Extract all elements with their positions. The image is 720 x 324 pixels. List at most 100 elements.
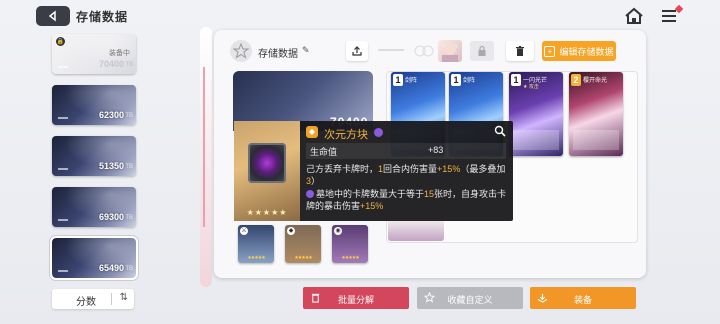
card-name: 剑阵 <box>405 78 418 84</box>
lock-button[interactable] <box>470 41 494 61</box>
stat-row: 生命值 +83 <box>306 143 506 159</box>
lock-icon: 🔒 <box>56 37 65 46</box>
quality-badge-icon: ◆ <box>306 126 318 138</box>
slot-value: 51350 <box>98 161 124 171</box>
sort-button[interactable]: 分数 ⇅ <box>52 289 134 309</box>
storage-slot[interactable]: 🔒 装备中 70400 TB <box>52 34 136 74</box>
equip-button[interactable]: 装备 <box>530 287 636 309</box>
deck-card-partial[interactable] <box>388 221 444 241</box>
panel-decoration <box>200 27 212 287</box>
equipment-slot[interactable]: ⚔ ★★★★★ <box>238 225 274 263</box>
batch-dismantle-label: 批量分解 <box>337 295 374 305</box>
decoration-line <box>203 67 205 227</box>
item-art: ★★★★★ <box>234 121 300 221</box>
card-cost: 2 <box>571 74 581 86</box>
sort-order-icon[interactable]: ⇅ <box>120 292 128 303</box>
deck-emblem-icon <box>230 40 252 62</box>
character-strip-icon <box>378 45 434 57</box>
edit-storage-label: 编辑存储数据 <box>559 46 614 57</box>
back-button[interactable] <box>36 6 70 26</box>
star-emblem-icon <box>233 43 249 59</box>
equip-label: 装备 <box>573 295 592 305</box>
slot-mark-icon <box>58 270 68 272</box>
effect-highlight: +15% <box>437 164 461 174</box>
card-name: 樱开命光 <box>583 78 608 84</box>
equipment-slot[interactable]: ◉ ★★★★★ <box>332 225 368 263</box>
deck-card[interactable]: 2 樱开命光 <box>569 72 623 156</box>
card-cost: 1 <box>451 74 461 86</box>
stat-label: 生命值 <box>310 147 338 157</box>
slot-mark-icon <box>58 219 68 221</box>
sort-divider <box>111 293 112 305</box>
equipped-status: 装备中 <box>109 50 130 57</box>
effect-text: （最多叠加 <box>460 164 506 174</box>
slot-unit: TB <box>125 113 133 119</box>
card-cost: 1 <box>511 74 521 86</box>
rename-pen-icon[interactable]: ✎ <box>302 45 310 56</box>
dimension-cube-icon <box>248 143 286 183</box>
accessory-icon: ◉ <box>334 227 342 235</box>
effect-text: 己方丢弃卡牌时， <box>306 164 379 174</box>
item-name: 次元方块 <box>324 129 368 141</box>
top-bar: 存储数据 <box>0 0 720 32</box>
slot-mark-icon <box>58 117 68 119</box>
item-stars: ★★★★★ <box>294 255 312 261</box>
deck-name: 存储数据 <box>258 49 298 60</box>
lock-icon <box>478 45 486 56</box>
sword-icon: ⚔ <box>240 227 248 235</box>
slot-unit: TB <box>125 266 133 272</box>
share-button[interactable] <box>346 41 368 61</box>
page-title: 存储数据 <box>76 10 129 24</box>
item-tooltip: ★★★★★ ◆ 次元方块 生命值 +83 己方丢弃卡牌时，1回合内伤害量+15%… <box>234 121 513 221</box>
edit-storage-button[interactable]: + 编辑存储数据 <box>542 41 616 61</box>
slot-unit: TB <box>125 215 133 221</box>
menu-button[interactable] <box>660 4 684 26</box>
effect-text: 回合内伤害量 <box>383 164 438 174</box>
stat-value: +83 <box>428 145 444 155</box>
effect-text: 墓地中的卡牌数量大于等于 <box>316 189 425 199</box>
slot-unit: TB <box>125 164 133 170</box>
card-name: 剑阵 <box>463 78 476 84</box>
slot-value: 69300 <box>98 212 124 222</box>
card-cost: 1 <box>393 74 403 86</box>
effect-text: ） <box>311 176 321 186</box>
storage-slot-selected[interactable]: 65490 TB <box>50 236 138 280</box>
edit-icon: + <box>544 45 556 57</box>
gem-icon <box>374 128 383 137</box>
slot-mark-icon <box>58 168 68 170</box>
item-stars: ★★★★★ <box>247 255 265 261</box>
slot-unit: TB <box>125 62 133 68</box>
share-icon <box>352 46 362 56</box>
character-avatar[interactable] <box>438 40 462 62</box>
armor-icon: ◆ <box>287 227 295 235</box>
delete-button[interactable] <box>506 41 534 61</box>
avatar-portrait-icon <box>442 43 458 62</box>
sort-label: 分数 <box>76 297 96 308</box>
effect-highlight: +15% <box>360 201 384 211</box>
slot-value: 65490 <box>98 263 124 273</box>
card-text-box <box>513 130 559 150</box>
storage-slot[interactable]: 69300 TB <box>52 187 136 227</box>
storage-slot[interactable]: 51350 TB <box>52 136 136 176</box>
item-rarity-stars: ★★★★★ <box>246 208 288 217</box>
item-stars: ★★★★★ <box>341 255 359 261</box>
effect-text-1: 己方丢弃卡牌时，1回合内伤害量+15%（最多叠加3） <box>306 163 508 187</box>
gem-bullet-icon <box>306 190 314 198</box>
back-arrow-icon <box>48 10 56 22</box>
slot-value: 62300 <box>98 110 124 120</box>
slot-mark-icon <box>58 66 68 68</box>
magnify-icon[interactable] <box>494 125 506 137</box>
deck-card[interactable]: 1 一闪光芒 ★ 攻击 <box>509 72 563 156</box>
effect-highlight: 15 <box>424 189 435 199</box>
home-icon <box>625 7 643 24</box>
batch-dismantle-button[interactable]: 批量分解 <box>303 287 409 309</box>
card-text-box <box>573 130 619 150</box>
storage-slot[interactable]: 62300 TB <box>52 85 136 125</box>
home-button[interactable] <box>624 7 644 25</box>
collect-custom-label: 收藏自定义 <box>447 295 493 305</box>
storage-slot-list: 🔒 装备中 70400 TB 62300 TB 51350 TB 69300 T… <box>48 34 138 289</box>
search-icon <box>494 125 506 137</box>
card-subtitle: ★ 攻击 <box>523 84 539 90</box>
collect-custom-button[interactable]: 收藏自定义 <box>417 287 523 309</box>
equipment-slot[interactable]: ◆ ★★★★★ <box>285 225 321 263</box>
